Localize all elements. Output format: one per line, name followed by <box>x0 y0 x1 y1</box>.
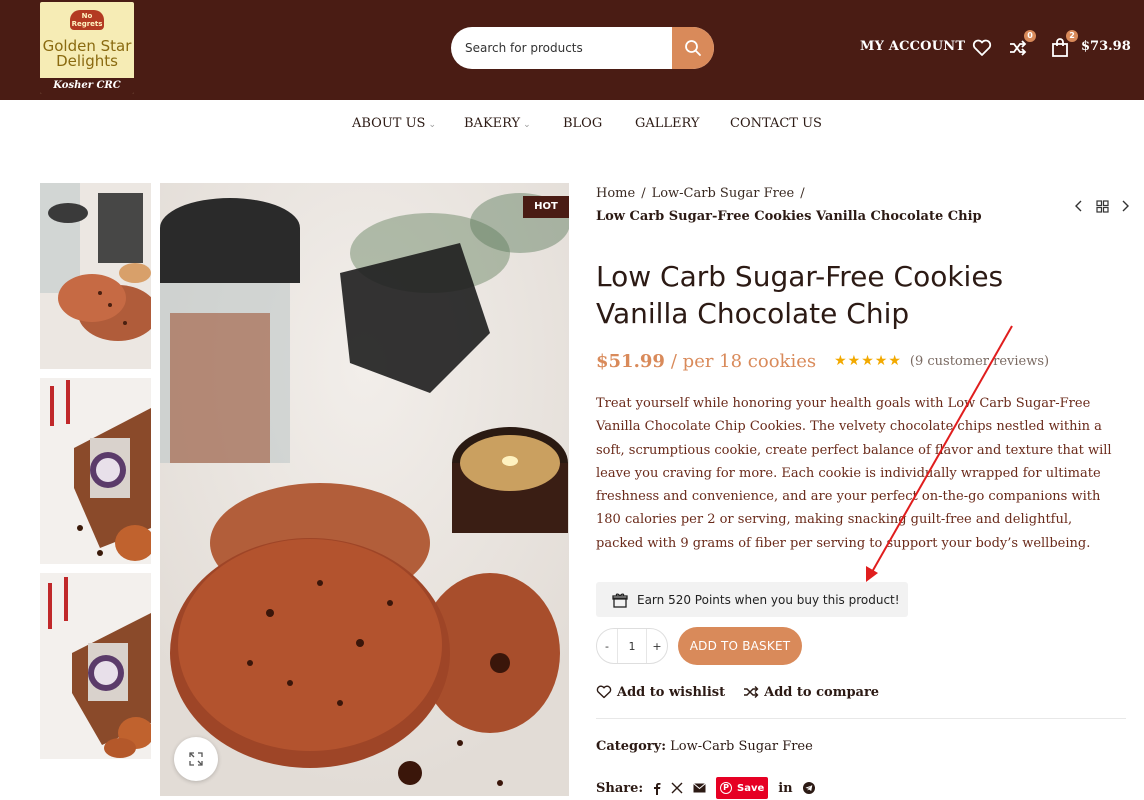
nav-item-about-us[interactable]: ABOUT US ⌄ <box>352 116 436 131</box>
x-twitter-icon[interactable] <box>671 782 683 794</box>
heart-icon <box>972 39 992 56</box>
product-description: Treat yourself while honoring your healt… <box>596 396 1112 551</box>
facebook-icon[interactable] <box>653 782 661 795</box>
gallery-thumbnail-3[interactable] <box>40 573 151 759</box>
cart-count-badge: 2 <box>1066 30 1078 42</box>
add-to-compare-link[interactable]: Add to compare <box>743 685 879 700</box>
points-text: Earn 520 Points when you buy this produc… <box>637 592 900 607</box>
breadcrumb: Home / Low-Carb Sugar Free / <box>596 186 811 201</box>
quantity-minus-button[interactable]: - <box>597 629 617 663</box>
wishlist-button[interactable] <box>970 36 994 60</box>
pinterest-save-label: Save <box>737 782 765 794</box>
share-row: Share: P Save in <box>596 777 815 799</box>
main-product-image[interactable] <box>160 183 569 796</box>
nav-item-bakery[interactable]: BAKERY ⌄ <box>464 116 531 131</box>
cookie-box-thumbnail-image <box>40 573 151 759</box>
main-navigation: ABOUT US ⌄ BAKERY ⌄ BLOG GALLERY CONTACT U… <box>0 100 1144 148</box>
product-actions: Add to wishlist Add to compare <box>596 683 897 701</box>
star-rating: ★★★★★ <box>834 353 902 369</box>
cart-total[interactable]: $73.98 <box>1081 39 1131 54</box>
nav-item-gallery[interactable]: GALLERY <box>635 116 700 131</box>
nav-item-contact-us[interactable]: CONTACT US <box>730 116 822 131</box>
nav-item-blog[interactable]: BLOG <box>563 116 602 131</box>
nav-item-label: CONTACT US <box>730 116 822 131</box>
breadcrumb-category[interactable]: Low-Carb Sugar Free <box>652 186 795 201</box>
breadcrumb-separator: / <box>800 186 805 201</box>
category-link[interactable]: Low-Carb Sugar Free <box>670 739 813 754</box>
product-navigation <box>1074 197 1130 215</box>
compare-button[interactable]: 0 <box>1006 30 1036 60</box>
nav-item-label: BAKERY <box>464 116 521 131</box>
chevron-left-icon[interactable] <box>1074 200 1084 212</box>
points-notice: Earn 520 Points when you buy this produc… <box>596 582 908 617</box>
email-icon[interactable] <box>693 783 707 793</box>
site-logo[interactable]: No Regrets Golden Star Delights Kosher C… <box>40 2 134 94</box>
quantity-plus-button[interactable]: + <box>647 629 667 663</box>
product-title: Low Carb Sugar-Free Cookies Vanilla Choc… <box>596 258 1056 332</box>
gift-icon <box>612 593 628 608</box>
cart-button[interactable]: 2 <box>1048 30 1078 60</box>
breadcrumb-current: Low Carb Sugar-Free Cookies Vanilla Choc… <box>596 209 982 224</box>
pinterest-save-button[interactable]: P Save <box>716 777 769 799</box>
search-button[interactable] <box>672 27 714 69</box>
compare-label: Add to compare <box>764 684 880 700</box>
gallery-thumbnail-1[interactable] <box>40 183 151 369</box>
nav-item-label: BLOG <box>563 116 603 131</box>
product-price: $51.99 <box>596 350 665 372</box>
price-unit: / per 18 cookies <box>670 350 817 372</box>
zoom-button[interactable] <box>174 737 218 781</box>
add-to-basket-button[interactable]: ADD TO BASKET <box>678 627 802 665</box>
linkedin-icon[interactable]: in <box>778 781 792 796</box>
logo-crest-text: No Regrets <box>71 12 103 28</box>
my-account-link[interactable]: MY ACCOUNT <box>860 39 965 54</box>
heart-icon <box>596 685 612 699</box>
breadcrumb-separator: / <box>641 186 646 201</box>
logo-line-2: Delights <box>56 52 118 70</box>
quantity-stepper: - 1 + <box>596 628 668 664</box>
category-label: Category: <box>596 739 667 754</box>
cookie-product-photo <box>160 183 569 796</box>
nav-item-label: ABOUT US <box>352 116 426 131</box>
reviews-link[interactable]: (9 customer reviews) <box>910 354 1049 369</box>
search-bar <box>451 27 714 69</box>
compare-count-badge: 0 <box>1024 30 1036 42</box>
shuffle-icon <box>744 686 759 698</box>
product-category: Category: Low-Carb Sugar Free <box>596 739 813 754</box>
cookie-box-thumbnail-image <box>40 378 151 564</box>
add-to-wishlist-link[interactable]: Add to wishlist <box>596 685 725 700</box>
shopping-bag-icon <box>1052 38 1068 57</box>
share-label: Share: <box>596 780 644 796</box>
hot-badge: HOT <box>523 196 569 218</box>
product-title-line-1: Low Carb Sugar-Free Cookies <box>596 260 1004 293</box>
grid-icon[interactable] <box>1095 199 1109 213</box>
chevron-down-icon: ⌄ <box>428 120 437 130</box>
breadcrumb-home[interactable]: Home <box>596 186 635 201</box>
divider <box>596 718 1126 719</box>
quantity-input[interactable]: 1 <box>617 629 647 663</box>
site-header: No Regrets Golden Star Delights Kosher C… <box>0 0 1144 100</box>
logo-tagline: Kosher CRC <box>40 78 134 94</box>
shuffle-icon <box>1010 40 1027 56</box>
expand-icon <box>189 752 203 766</box>
chevron-right-icon[interactable] <box>1120 200 1130 212</box>
chevron-down-icon: ⌄ <box>523 120 531 130</box>
telegram-icon[interactable] <box>802 782 815 794</box>
pinterest-icon: P <box>720 782 733 794</box>
cookie-jar-thumbnail-image <box>40 183 151 369</box>
nav-item-label: GALLERY <box>635 116 700 131</box>
product-title-line-2: Vanilla Chocolate Chip <box>596 297 910 330</box>
search-icon <box>685 40 701 56</box>
gallery-thumbnail-2[interactable] <box>40 378 151 564</box>
search-input[interactable] <box>451 27 673 69</box>
wishlist-label: Add to wishlist <box>617 684 726 700</box>
price-row: $51.99 / per 18 cookies ★★★★★ (9 custome… <box>596 350 1049 372</box>
